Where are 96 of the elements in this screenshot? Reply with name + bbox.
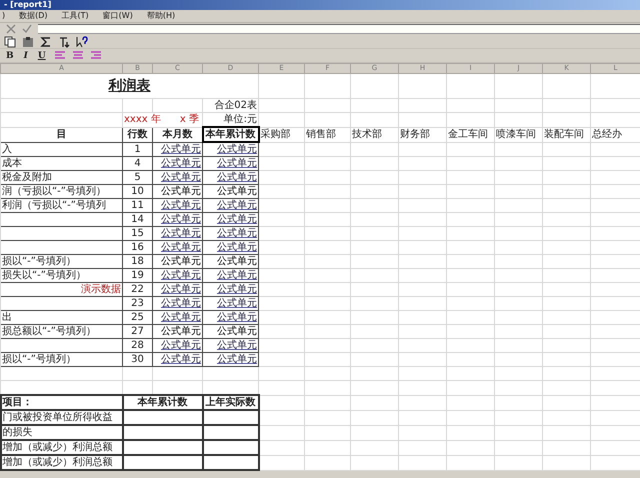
formula-cell: 公式单元 [217,297,257,310]
format-button[interactable]: I [22,50,30,60]
table-cell: 成本 [2,158,22,170]
table-cell: 出 [2,312,12,324]
formula-cell: 公式单元 [161,157,201,170]
menu-item[interactable]: 窗口(W) [102,10,133,22]
formula-cell: 公式单元 [161,185,201,198]
table-cell: 14 [131,213,144,226]
table-cell: 合企02表 [214,99,257,112]
table-cell: 损失以“-”号填列） [2,270,86,282]
table-cell: 18 [131,255,144,268]
watermark-text: 演示数据 [81,284,121,296]
formula-cell: 公式单元 [217,241,257,254]
table-cell: 销售部 [304,127,350,142]
table-cell: 损总额以“-”号填列） [2,326,96,338]
sort-icon[interactable] [58,36,70,48]
table-cell: 15 [131,227,144,240]
formula-cell: 公式单元 [161,227,201,240]
table-cell: 11 [131,199,144,212]
report-title: 利润表 [108,77,150,95]
formula-cell: 公式单元 [161,142,201,156]
formula-cell: 公式单元 [161,269,201,282]
table-cell: 的损失 [2,427,32,438]
quarter-text: x 季 [180,113,199,126]
column-heading: 行数 [122,127,152,142]
formula-cell: 公式单元 [161,199,201,212]
table-cell: 4 [134,157,141,170]
table-cell: 技术部 [350,127,398,142]
table-cell: 润（亏损以“-”号填列） [2,186,106,198]
table-cell: 税金及附加 [2,172,52,184]
formula-cell: 公式单元 [217,199,257,212]
column-heading: 上年实际数 [206,396,256,409]
table-cell: 财务部 [398,127,446,142]
table-cell: 5 [134,171,141,184]
column-heading: 本年累计数 [138,396,188,409]
formula-cell: 公式单元 [161,213,201,226]
table-cell: 10 [131,185,144,198]
formula-cell: 公式单元 [161,255,201,268]
table-cell: 19 [131,269,144,282]
table-cell: 金工车间 [446,127,494,142]
formula-cell: 公式单元 [161,339,201,352]
table-cell: 装配车间 [542,127,590,142]
paste-icon[interactable] [22,36,34,48]
formula-cell: 公式单元 [217,227,257,240]
formula-cell: 公式单元 [217,339,257,352]
year-text: xxxx 年 [124,113,161,126]
format-button[interactable]: U [36,50,48,60]
formula-cell: 公式单元 [217,269,257,282]
menu-item[interactable]: 数据(D) [19,10,48,22]
column-heading: 目 [0,127,122,142]
table-cell: 入 [2,142,12,156]
table-cell: 22 [131,283,144,296]
checkmark-icon[interactable] [22,24,32,34]
table-cell: 16 [131,241,144,254]
table-cell: 30 [131,353,144,366]
table-cell: 28 [131,339,144,352]
formula-cell: 公式单元 [161,353,201,366]
formula-cell: 公式单元 [217,143,257,156]
table-cell: 总经办 [590,127,640,142]
table-cell: 损以“-”号填列） [2,256,76,268]
help-icon[interactable] [76,36,88,48]
formula-cell: 公式单元 [217,157,257,170]
menu-item[interactable]: 工具(T) [62,10,89,22]
formula-cell: 公式单元 [217,185,257,198]
formula-cell: 公式单元 [217,171,257,184]
formula-cell: 公式单元 [217,283,257,296]
formula-cell: 公式单元 [217,255,257,268]
formula-cell: 公式单元 [217,325,257,338]
table-cell: 27 [131,325,144,338]
formula-cell: 公式单元 [161,283,201,296]
table-cell: 单位:元 [224,113,257,126]
column-heading: 本年累计数 [202,127,258,142]
menu-item[interactable]: ) [2,10,6,22]
window-title: - [report1] [4,0,52,9]
formula-cell: 公式单元 [217,353,257,366]
formula-cell: 公式单元 [161,171,201,184]
formula-cell: 公式单元 [217,311,257,324]
formula-cell: 公式单元 [161,311,201,324]
sum-icon[interactable] [40,36,52,48]
copy-icon[interactable] [4,36,16,48]
table-cell: 损以“-”号填列） [2,354,76,366]
table-cell: 采购部 [258,127,304,142]
format-button[interactable]: B [4,50,16,60]
table-cell: 23 [131,297,144,310]
formula-field[interactable] [38,24,640,34]
formula-cell: 公式单元 [161,241,201,254]
table-cell: 利润（亏损以“-”号填列 [2,200,106,212]
formula-cell: 公式单元 [161,297,201,310]
formula-cell: 公式单元 [217,213,257,226]
table-cell: 喷漆车间 [494,127,542,142]
table-cell: 1 [134,142,141,156]
column-heading: 项目： [2,396,32,409]
menu-item[interactable]: 帮助(H) [146,10,176,22]
formula-cell: 公式单元 [161,325,201,338]
table-cell: 25 [131,311,144,324]
column-heading: 本月数 [152,127,202,142]
